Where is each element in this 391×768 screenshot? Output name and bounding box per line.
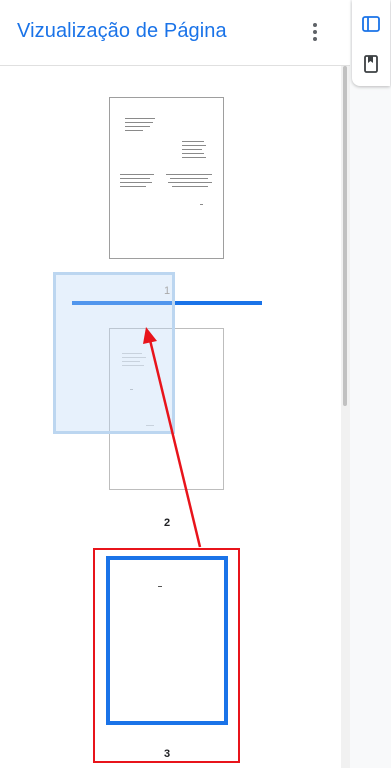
scrollbar-thumb[interactable] — [343, 66, 347, 406]
drag-ghost-page-number: 1 — [164, 285, 171, 297]
bookmark-icon[interactable] — [357, 50, 385, 78]
annotation-highlight-box — [93, 548, 240, 763]
page-preview-panel: Vizualização de Página 2 3 1 — [0, 0, 351, 768]
right-rail — [350, 0, 391, 768]
page-number-2: 2 — [163, 517, 171, 529]
drag-ghost-page — [53, 272, 175, 434]
page-thumbnail-top[interactable] — [109, 97, 224, 259]
panel-title: Vizualização de Página — [17, 20, 227, 42]
sidebar-icon[interactable] — [357, 10, 385, 38]
vertical-scrollbar[interactable] — [341, 66, 350, 768]
panel-header: Vizualização de Página — [0, 0, 350, 66]
more-vert-icon[interactable] — [303, 20, 327, 44]
